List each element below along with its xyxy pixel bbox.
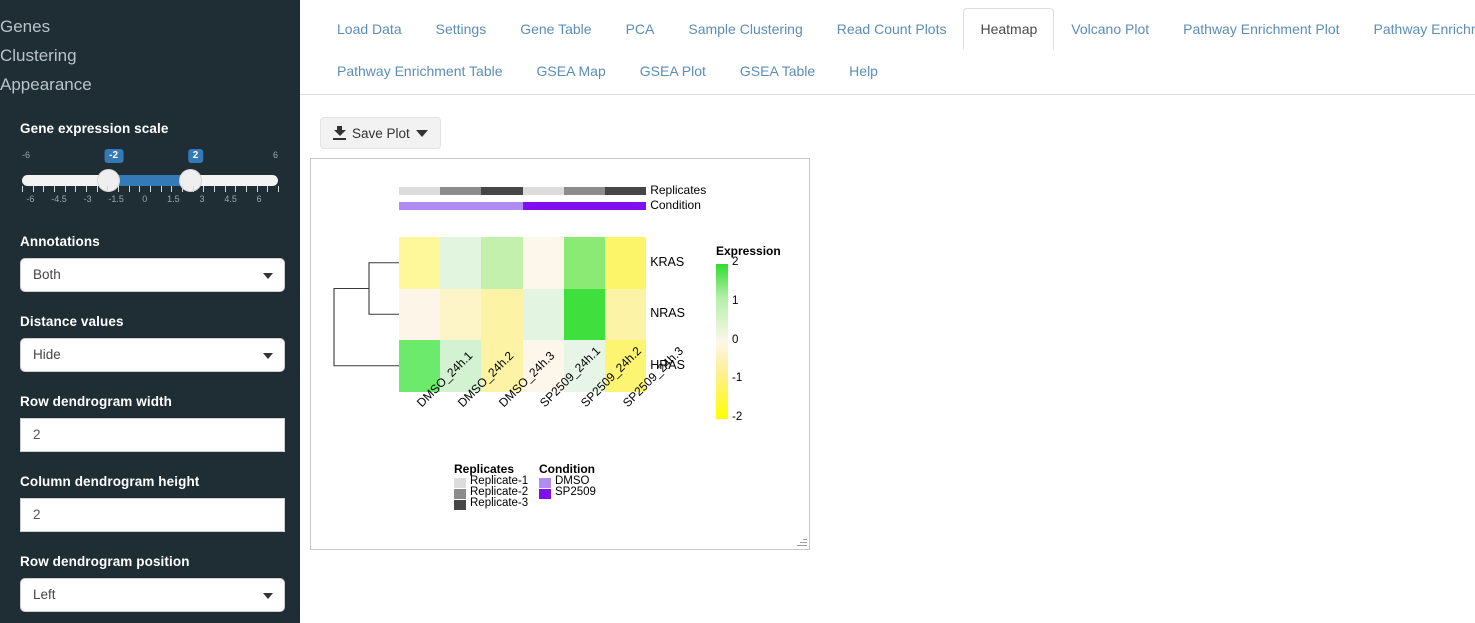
tab-read-count-plots[interactable]: Read Count Plots xyxy=(820,8,964,50)
sidebar-nav: Genes Clustering Appearance xyxy=(0,0,300,99)
slider-low-value: -2 xyxy=(104,149,124,163)
heatmap-plot-panel[interactable]: Replicates Condition KRAS NRAS HRAS DMSO_24h.… xyxy=(310,158,810,550)
legend-item-label: SP2509 xyxy=(555,486,596,498)
legend-title-condition: Condition xyxy=(539,462,595,476)
slider-ticks xyxy=(22,186,279,194)
row-dendrogram-position-group: Row dendrogram position Left xyxy=(0,554,300,612)
row-dendrogram-position-select[interactable]: Left xyxy=(20,578,285,612)
sidebar-item-genes[interactable]: Genes xyxy=(0,12,300,41)
legend-item-label: Replicate-3 xyxy=(470,497,529,509)
download-icon xyxy=(333,126,346,140)
column-dendrogram-height-label: Column dendrogram height xyxy=(20,474,200,489)
legend-swatch xyxy=(454,478,466,488)
tab-heatmap[interactable]: Heatmap xyxy=(963,8,1055,50)
expression-colorbar xyxy=(716,264,728,419)
tab-pathway-enrichment-plot[interactable]: Pathway Enrichment Plot xyxy=(1166,8,1356,50)
tab-bar: Load Data Settings Gene Table PCA Sample Clu… xyxy=(300,0,1475,95)
row-dendrogram-width-label: Row dendrogram width xyxy=(20,394,172,409)
chevron-down-icon xyxy=(263,273,273,279)
row-dendrogram-width-input[interactable]: 2 xyxy=(20,418,285,452)
row-dendrogram-width-group: Row dendrogram width 2 xyxy=(0,394,300,452)
save-plot-button[interactable]: Save Plot xyxy=(320,117,441,149)
main-content: Load Data Settings Gene Table PCA Sample Clu… xyxy=(300,0,1475,623)
annotations-select-value: Both xyxy=(33,267,61,282)
heatmap-figure: Replicates Condition KRAS NRAS HRAS DMSO_24h.… xyxy=(311,159,809,549)
annotations-group: Annotations Both xyxy=(0,234,300,292)
legend-title-replicates: Replicates xyxy=(454,462,515,476)
tab-row-secondary: Pathway Enrichment Table GSEA Map GSEA Plo… xyxy=(320,50,1455,92)
annotations-label: Annotations xyxy=(20,234,100,249)
tab-load-data[interactable]: Load Data xyxy=(320,8,419,50)
column-dendrogram-height-value: 2 xyxy=(33,507,41,522)
sidebar-item-appearance[interactable]: Appearance xyxy=(0,70,300,99)
annotations-select[interactable]: Both xyxy=(20,258,285,292)
slider-tick-label: -1.5 xyxy=(108,194,124,204)
distance-values-select-value: Hide xyxy=(33,347,61,362)
row-dendrogram-position-label: Row dendrogram position xyxy=(20,554,190,569)
tab-volcano-plot[interactable]: Volcano Plot xyxy=(1054,8,1166,50)
slider-tick-label: 1.5 xyxy=(167,194,180,204)
tab-pathway-enrichment-map[interactable]: Pathway Enrichment Map xyxy=(1357,8,1475,50)
save-plot-label: Save Plot xyxy=(352,125,410,141)
legend-swatch xyxy=(539,478,551,488)
tab-gene-table[interactable]: Gene Table xyxy=(503,8,608,50)
distance-values-label: Distance values xyxy=(20,314,124,329)
tab-pathway-enrichment-table[interactable]: Pathway Enrichment Table xyxy=(320,50,520,92)
slider-tick-label: -6 xyxy=(26,194,35,204)
resize-handle[interactable] xyxy=(797,537,807,547)
slider-tick-label: 3 xyxy=(199,194,205,204)
row-dendrogram-position-value: Left xyxy=(33,587,56,602)
expression-legend-tick: -1 xyxy=(732,372,743,385)
tab-sample-clustering[interactable]: Sample Clustering xyxy=(671,8,819,50)
chevron-down-icon xyxy=(263,593,273,599)
slider-max-label: 6 xyxy=(272,150,278,160)
slider-tick-labels: -6 -4.5 -3 -1.5 0 1.5 3 4.5 6 xyxy=(20,194,280,206)
gene-expression-scale-label: Gene expression scale xyxy=(20,121,169,136)
sidebar-item-clustering[interactable]: Clustering xyxy=(0,41,300,70)
distance-values-group: Distance values Hide xyxy=(0,314,300,372)
tab-help[interactable]: Help xyxy=(832,50,895,92)
slider-tick-label: 0 xyxy=(142,194,148,204)
distance-values-select[interactable]: Hide xyxy=(20,338,285,372)
expression-legend-tick: 2 xyxy=(732,256,739,268)
column-dendrogram-height-input[interactable]: 2 xyxy=(20,498,285,532)
chevron-down-icon xyxy=(263,353,273,359)
legend-swatch xyxy=(539,489,551,499)
gene-expression-scale-group: Gene expression scale -6 6 -2 2 -6 -4.5 -3… xyxy=(0,121,300,212)
slider-tick-label: 4.5 xyxy=(224,194,237,204)
slider-tick-label: -4.5 xyxy=(51,194,67,204)
slider-tick-label: 6 xyxy=(256,194,262,204)
tab-settings[interactable]: Settings xyxy=(419,8,504,50)
tab-gsea-map[interactable]: GSEA Map xyxy=(520,50,623,92)
sidebar: Genes Clustering Appearance Gene express… xyxy=(0,0,300,623)
tab-gsea-table[interactable]: GSEA Table xyxy=(723,50,832,92)
tab-pca[interactable]: PCA xyxy=(609,8,672,50)
tab-row-primary: Load Data Settings Gene Table PCA Sample Clu… xyxy=(320,8,1475,50)
slider-tick-label: -3 xyxy=(83,194,92,204)
expression-legend-tick: 1 xyxy=(732,294,739,307)
gene-expression-scale-slider[interactable]: -6 6 -2 2 -6 -4.5 -3 -1.5 0 1.5 3 4.5 6 xyxy=(20,149,280,212)
expression-legend-tick: 0 xyxy=(732,333,739,346)
expression-legend-tick: -2 xyxy=(732,411,743,423)
row-dendrogram-width-value: 2 xyxy=(33,427,41,442)
tab-gsea-plot[interactable]: GSEA Plot xyxy=(623,50,723,92)
legend-swatch xyxy=(454,500,466,510)
legend-swatch xyxy=(454,489,466,499)
expression-legend-title: Expression xyxy=(716,244,781,258)
column-dendrogram-height-group: Column dendrogram height 2 xyxy=(0,474,300,532)
caret-down-icon xyxy=(415,129,428,137)
slider-min-label: -6 xyxy=(22,150,31,160)
slider-high-value: 2 xyxy=(187,149,204,163)
